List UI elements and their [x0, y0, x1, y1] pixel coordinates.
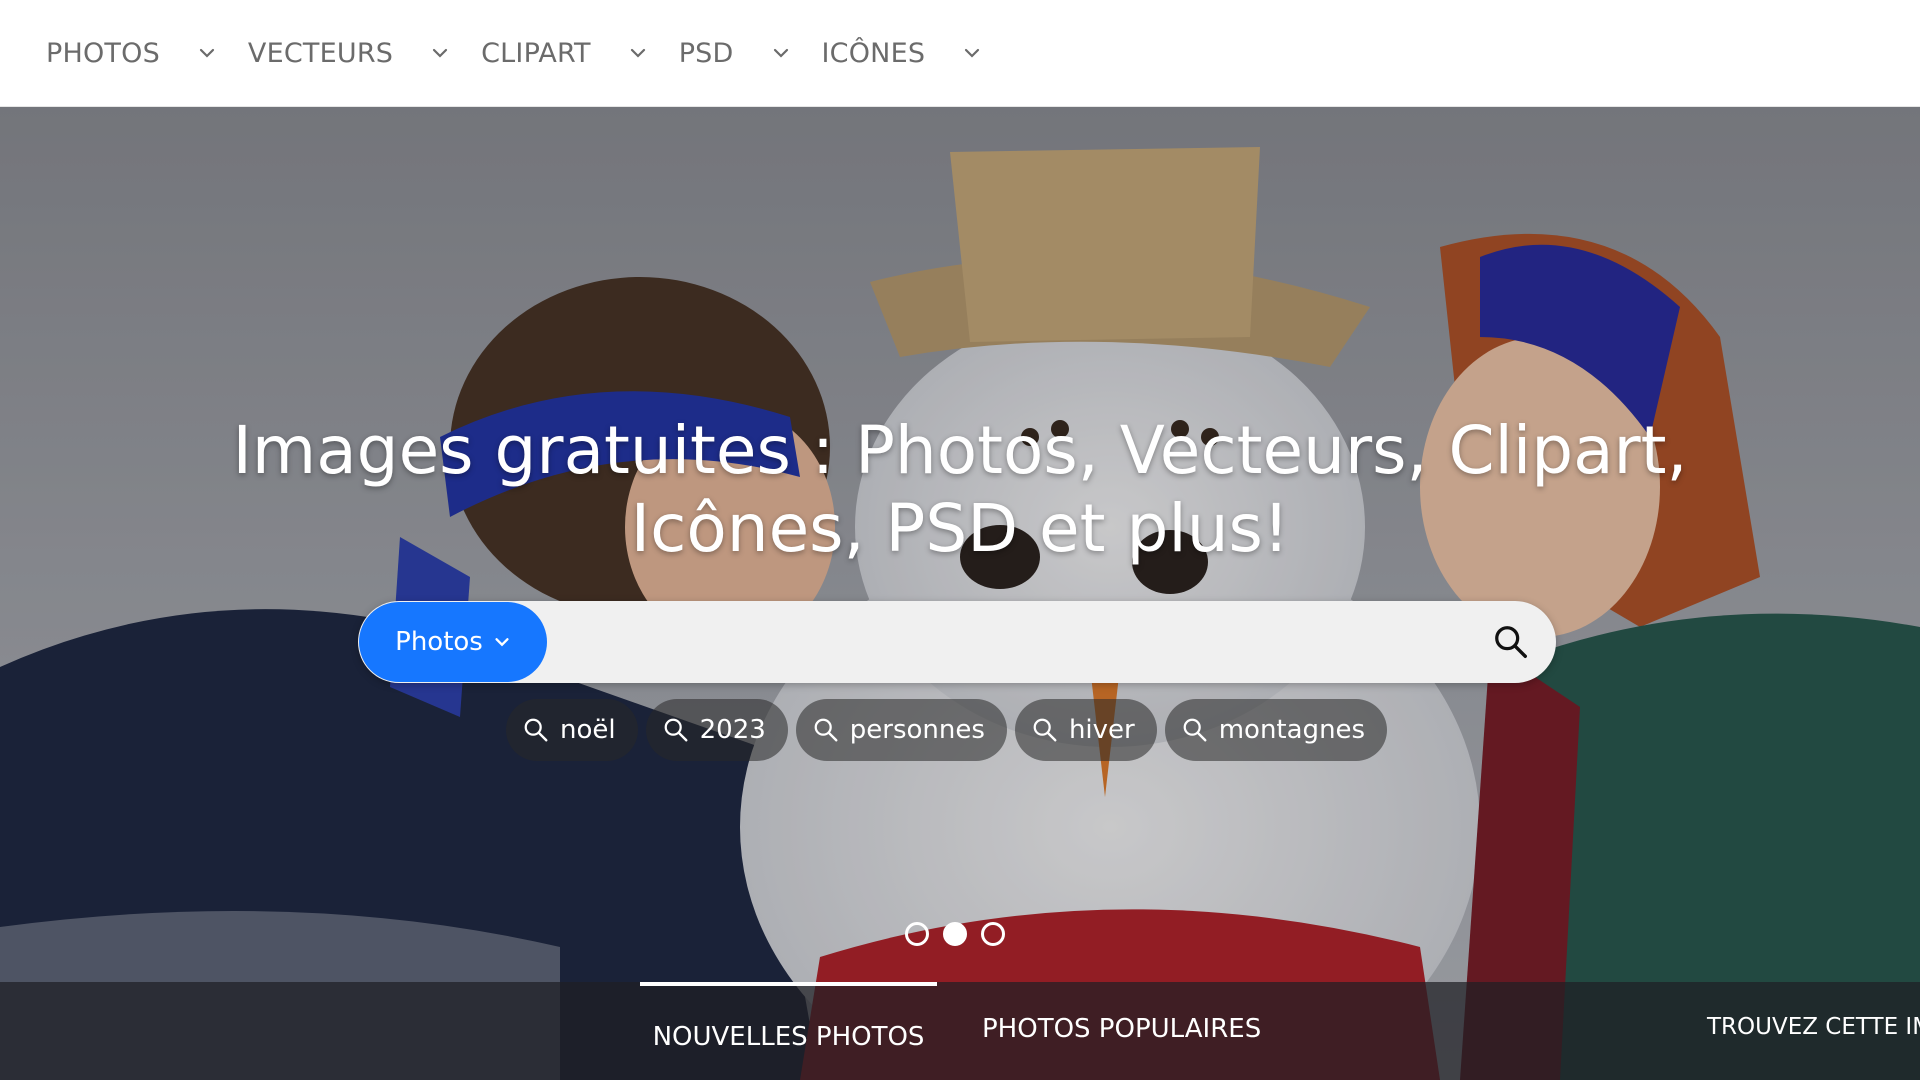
- nav-item-label: CLIPART: [481, 37, 591, 69]
- suggested-tags: noël 2023 personnes hiver montagnes: [506, 699, 1388, 761]
- search-icon: [814, 718, 838, 742]
- chevron-down-icon[interactable]: [770, 42, 792, 64]
- tag-chip[interactable]: personnes: [795, 699, 1007, 761]
- tag-chip[interactable]: hiver: [1014, 699, 1157, 761]
- chevron-down-icon[interactable]: [196, 42, 218, 64]
- search-icon: [664, 718, 688, 742]
- tag-chip[interactable]: montagnes: [1164, 699, 1388, 761]
- search-icon: [1495, 626, 1527, 658]
- nav-item-photos[interactable]: PHOTOS: [46, 0, 218, 106]
- nav-item-label: PSD: [678, 37, 734, 69]
- tag-chip[interactable]: noël: [506, 699, 638, 761]
- tab-find-image[interactable]: TROUVEZ CETTE IM...: [1707, 1014, 1920, 1040]
- carousel-indicators: [905, 922, 1005, 946]
- nav-item-label: VECTEURS: [247, 37, 394, 69]
- hero-banner: Images gratuites : Photos, Vecteurs, Cli…: [0, 107, 1920, 1080]
- nav-item-label: PHOTOS: [46, 37, 160, 69]
- tab-new-photos[interactable]: NOUVELLES PHOTOS: [640, 982, 937, 1080]
- tag-chip[interactable]: 2023: [645, 699, 788, 761]
- nav-item-vecteurs[interactable]: VECTEURS: [248, 0, 451, 106]
- chevron-down-icon[interactable]: [961, 42, 983, 64]
- tag-label: 2023: [699, 715, 766, 745]
- search-button[interactable]: [1466, 601, 1556, 683]
- chevron-down-icon[interactable]: [429, 42, 451, 64]
- nav-item-psd[interactable]: PSD: [679, 0, 792, 106]
- search-icon: [1033, 718, 1057, 742]
- carousel-dot[interactable]: [905, 922, 929, 946]
- chevron-down-icon: [495, 638, 509, 647]
- tag-label: montagnes: [1218, 715, 1366, 745]
- search-bar: Photos: [358, 601, 1556, 683]
- tab-popular-photos[interactable]: PHOTOS POPULAIRES: [982, 1014, 1261, 1044]
- carousel-dot-active[interactable]: [943, 922, 967, 946]
- nav-item-label: ICÔNES: [821, 37, 926, 69]
- chevron-down-icon[interactable]: [627, 42, 649, 64]
- tag-label: personnes: [849, 715, 985, 745]
- nav-item-icones[interactable]: ICÔNES: [822, 0, 984, 106]
- tag-label: noël: [560, 715, 616, 745]
- search-type-dropdown[interactable]: Photos: [359, 602, 547, 682]
- photo-tabs: NOUVELLES PHOTOS PHOTOS POPULAIRES TROUV…: [0, 982, 1920, 1080]
- hero-title: Images gratuites : Photos, Vecteurs, Cli…: [232, 412, 1688, 567]
- carousel-dot[interactable]: [981, 922, 1005, 946]
- search-input[interactable]: [547, 601, 1466, 683]
- search-icon: [1183, 718, 1207, 742]
- nav-item-clipart[interactable]: CLIPART: [481, 0, 649, 106]
- tag-label: hiver: [1068, 715, 1135, 745]
- top-navigation: PHOTOS VECTEURS CLIPART PSD ICÔNES: [0, 0, 1920, 107]
- search-type-label: Photos: [395, 627, 483, 657]
- search-icon: [524, 718, 548, 742]
